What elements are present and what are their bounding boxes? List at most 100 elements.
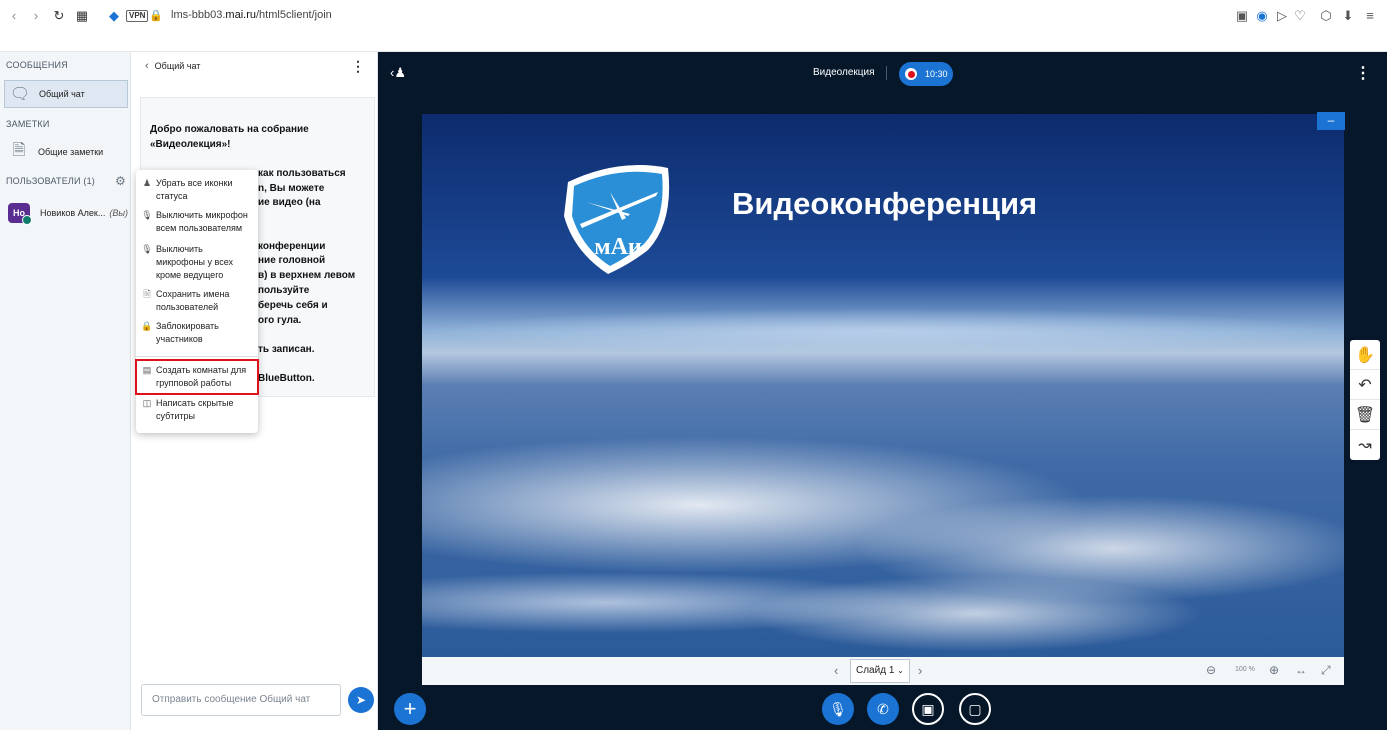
recording-indicator[interactable]: 10:30 xyxy=(899,62,953,86)
browser-toolbar: ‹ › ↻ ▦ ◆ VPN 🔒 lms-bbb03.mai.ru/html5cl… xyxy=(0,0,1387,52)
user-icon: ♟ xyxy=(142,178,152,188)
next-slide-icon[interactable]: › xyxy=(918,663,922,678)
divider xyxy=(886,66,887,80)
microphone-status-icon xyxy=(22,215,32,225)
fit-width-icon[interactable]: ↔ xyxy=(1295,663,1307,677)
welcome-line: Добро пожаловать на собрание xyxy=(150,124,309,135)
avatar: Но xyxy=(8,203,32,225)
welcome-line: ть записан. xyxy=(258,344,315,355)
presentation-slide[interactable]: мАи Видеоконференция xyxy=(422,114,1344,657)
notes-section-title: ЗАМЕТКИ xyxy=(6,119,50,129)
menu-item-save-names[interactable]: 🗎 Сохранить имена пользователей xyxy=(140,288,256,314)
welcome-line: в) в верхнем левом xyxy=(258,270,356,281)
address-bar[interactable]: lms-bbb03.mai.ru/html5client/join xyxy=(171,9,332,21)
menu-item-closed-captions[interactable]: ◫ Написать скрытые субтитры xyxy=(140,397,256,423)
screenshare-button[interactable]: ▢ xyxy=(959,693,991,725)
camera-icon[interactable]: ▣ xyxy=(1234,8,1250,24)
chevron-left-icon[interactable]: ‹ xyxy=(145,60,149,72)
menu-item-mute-except-presenter[interactable]: 🎙 Выключить микрофоны у всех кроме ведуще… xyxy=(140,243,256,282)
welcome-line: ого гула. xyxy=(258,315,302,326)
send-icon[interactable]: ▷ xyxy=(1274,8,1290,24)
options-icon[interactable]: ⋮ xyxy=(1355,63,1371,83)
menu-item-clear-status[interactable]: ♟ Убрать все иконки статуса xyxy=(140,177,256,203)
zoom-in-icon[interactable]: ⊕ xyxy=(1269,663,1279,677)
recording-time: 10:30 xyxy=(925,69,948,79)
prev-slide-icon[interactable]: ‹ xyxy=(834,663,838,678)
menu-icon[interactable]: ≡ xyxy=(1362,8,1378,24)
hand-tool-icon[interactable]: ✋ xyxy=(1350,340,1380,370)
download-icon: 🗎 xyxy=(143,289,151,299)
reload-icon[interactable]: ↻ xyxy=(51,8,67,24)
welcome-line: ие видео (на xyxy=(258,197,321,208)
vpn-badge[interactable]: VPN xyxy=(126,10,149,22)
user-you-label: (Вы) xyxy=(109,208,128,218)
welcome-line: беречь себя и xyxy=(258,300,328,311)
forward-icon[interactable]: › xyxy=(28,8,44,24)
chevron-down-icon: ⌄ xyxy=(897,666,904,675)
mai-logo: мАи xyxy=(564,165,670,274)
highlight-box xyxy=(135,359,259,395)
user-list-sidebar: СООБЩЕНИЯ 🗨 Общий чат ЗАМЕТКИ 🗎 Общие за… xyxy=(0,52,131,730)
user-name: Новиков Алек... xyxy=(40,208,106,218)
chat-icon: 🗨 xyxy=(9,86,31,103)
minimize-presentation-button[interactable]: – xyxy=(1317,112,1345,130)
undo-icon[interactable]: ↶ xyxy=(1350,370,1380,400)
lock-icon[interactable]: 🔒 xyxy=(149,9,163,22)
public-chat-item[interactable]: 🗨 Общий чат xyxy=(4,80,128,108)
phone-button[interactable]: ✆ xyxy=(867,693,899,725)
gear-icon[interactable]: ⚙ xyxy=(115,174,126,188)
message-input[interactable]: Отправить сообщение Общий чат xyxy=(141,684,341,716)
zoom-value: 100 % xyxy=(1235,666,1255,673)
captions-icon: ◫ xyxy=(142,398,152,408)
welcome-line: пользуйте xyxy=(258,285,310,296)
record-icon xyxy=(905,68,917,80)
heart-icon[interactable]: ♡ xyxy=(1292,8,1308,24)
shield-icon[interactable]: ◆ xyxy=(106,8,122,24)
microphone-button[interactable]: 🎙 xyxy=(822,693,854,725)
download-icon[interactable]: ⬇ xyxy=(1340,8,1356,24)
chat-header[interactable]: ‹ Общий чат xyxy=(145,60,200,72)
camera-button[interactable]: ▣ xyxy=(912,693,944,725)
cube-icon[interactable]: ⬡ xyxy=(1318,8,1334,24)
back-icon[interactable]: ‹ xyxy=(6,8,22,24)
whiteboard-toolbar: ✋ ↶ 🗑 ↝ xyxy=(1350,340,1380,460)
welcome-line: конференции xyxy=(258,241,326,252)
chat-options-icon[interactable]: ⋮ xyxy=(351,58,365,75)
shared-notes-item[interactable]: 🗎 Общие заметки xyxy=(4,138,128,166)
welcome-line: как пользоваться xyxy=(258,168,346,179)
notes-icon: 🗎 xyxy=(12,141,26,159)
menu-item-mute-all[interactable]: 🎙 Выключить микрофон всем пользователям xyxy=(140,209,256,235)
multi-user-whiteboard-icon[interactable]: ↝ xyxy=(1350,430,1380,460)
svg-text:мАи: мАи xyxy=(594,234,642,260)
trash-icon[interactable]: 🗑 xyxy=(1350,400,1380,430)
zoom-out-icon[interactable]: ⊖ xyxy=(1206,663,1216,677)
slide-select[interactable]: Слайд 1 ⌄ xyxy=(850,659,910,683)
tabs-grid-icon[interactable]: ▦ xyxy=(74,8,90,24)
menu-item-lock-viewers[interactable]: 🔒 Заблокировать участников xyxy=(140,320,256,346)
camera-off-icon: ▣ xyxy=(921,700,935,717)
presentation-toolbar: ‹ Слайд 1 ⌄ › ⊖ 100 % ⊕ ↔ ⤢ xyxy=(422,657,1344,685)
send-icon: ➤ xyxy=(355,693,367,707)
slide-title: Видеоконференция xyxy=(732,186,1038,221)
fullscreen-icon[interactable]: ⤢ xyxy=(1321,663,1331,678)
user-list-item[interactable]: Но Новиков Алек... (Вы) xyxy=(8,202,130,225)
actions-button[interactable]: + xyxy=(394,693,426,725)
mute-icon: 🎙 xyxy=(141,210,153,220)
mute-icon: 🎙 xyxy=(141,244,153,254)
lock-icon: 🔒 xyxy=(141,321,153,331)
send-button[interactable]: ➤ xyxy=(348,687,374,713)
phone-icon: ✆ xyxy=(877,700,889,717)
welcome-line: ние головной xyxy=(258,255,326,266)
shield-check-icon[interactable]: ◉ xyxy=(1254,8,1270,24)
public-chat-label: Общий чат xyxy=(39,89,85,99)
chat-title: Общий чат xyxy=(154,61,201,71)
session-title: Видеолекция xyxy=(813,67,875,78)
welcome-line: BlueButton. xyxy=(258,373,315,384)
microphone-icon: 🎙 xyxy=(829,700,847,717)
shared-notes-label: Общие заметки xyxy=(38,147,104,157)
users-section-title: ПОЛЬЗОВАТЕЛИ (1) xyxy=(6,176,95,186)
welcome-line: «Видеолекция»! xyxy=(150,139,231,150)
menu-divider xyxy=(136,356,258,357)
screenshare-off-icon: ▢ xyxy=(968,700,982,717)
user-list-toggle-icon[interactable]: ‹♟ xyxy=(390,65,406,81)
